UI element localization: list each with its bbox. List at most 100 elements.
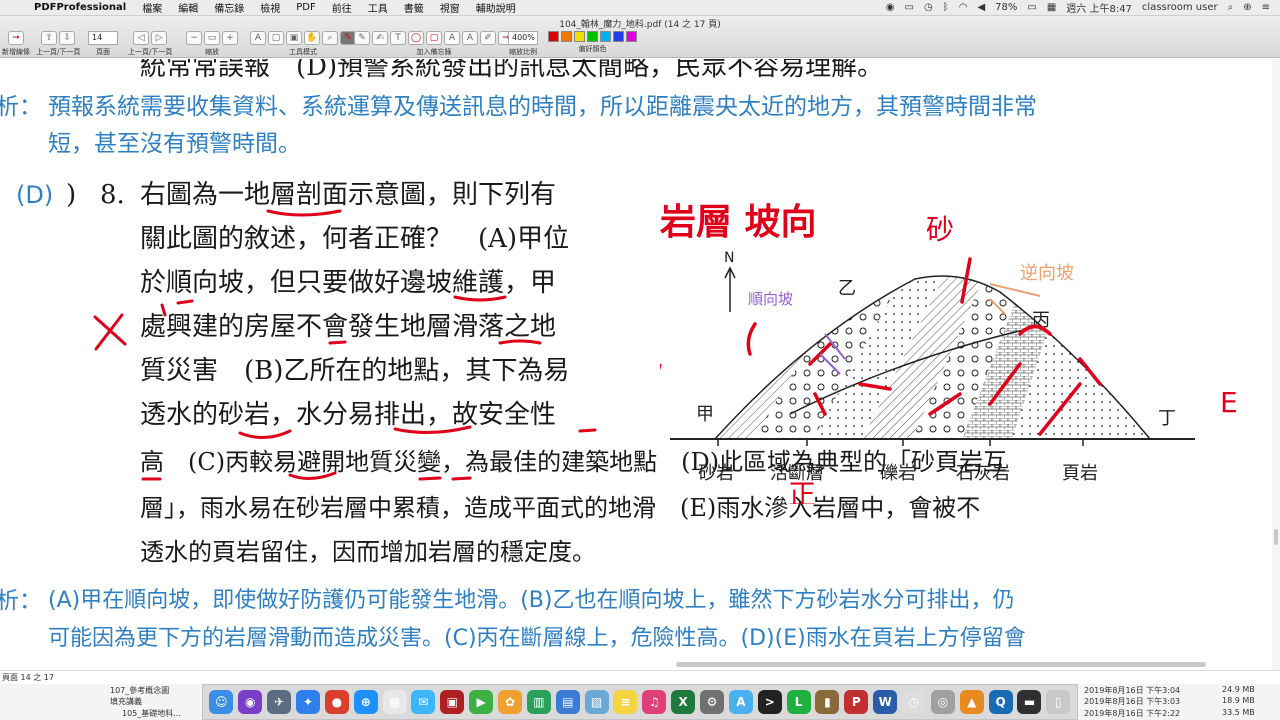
zoom-in-button[interactable]: + xyxy=(222,31,238,45)
menu-tools[interactable]: 工具 xyxy=(360,0,396,15)
prev-page-up-button[interactable]: ⇧ xyxy=(41,31,58,45)
disk-utility-icon[interactable]: ◎ xyxy=(930,690,955,714)
menu-file[interactable]: 檔案 xyxy=(134,0,170,15)
finder-icon[interactable]: ☺ xyxy=(209,690,234,714)
preview-icon[interactable]: ▧ xyxy=(584,690,609,714)
battery-percent[interactable]: 78% xyxy=(995,2,1017,13)
horizontal-scrollbar[interactable] xyxy=(0,658,1272,670)
new-line-label: 新增線條 xyxy=(2,48,30,56)
note-button[interactable]: ✍ xyxy=(372,31,388,45)
terminal-icon[interactable]: > xyxy=(757,690,782,714)
record-icon[interactable]: ◉ xyxy=(886,2,895,13)
pdf-page[interactable]: 統常常誤報 (D)預警系統發出的訊息太簡略，民眾不容易理解。 析： 預報系統需要… xyxy=(0,59,1272,670)
spotlight-icon[interactable]: ⌕ xyxy=(1228,2,1234,13)
chrome-icon[interactable]: ● xyxy=(324,690,349,714)
point-yi: 乙 xyxy=(838,278,856,299)
finder-size-4: 33.5 MB xyxy=(1222,708,1255,717)
menu-bookmarks[interactable]: 書籤 xyxy=(396,0,432,15)
facetime-icon[interactable]: ▶ xyxy=(469,690,494,714)
color-swatch-4[interactable] xyxy=(600,31,611,42)
finder-row-2[interactable]: 填充講義 xyxy=(110,696,142,707)
vertical-scroll-thumb[interactable] xyxy=(1274,529,1278,545)
color-swatch-1[interactable] xyxy=(561,31,572,42)
finder-row-3[interactable]: 105_基礎地科... xyxy=(122,708,181,719)
strike-button[interactable]: A xyxy=(444,31,460,45)
color-swatch-5[interactable] xyxy=(613,31,624,42)
pdf-professional-icon[interactable]: P xyxy=(844,690,869,714)
next-page-down-button[interactable]: ⇩ xyxy=(59,31,76,45)
highlight-button[interactable]: ✎ xyxy=(354,31,370,45)
screen-icon[interactable]: ▬ xyxy=(1017,690,1042,714)
menu-window[interactable]: 視窗 xyxy=(432,0,468,15)
freehand-button[interactable]: ✐ xyxy=(480,31,496,45)
underline-mark xyxy=(238,429,292,439)
snapshot-tool-button[interactable]: ▣ xyxy=(286,31,302,45)
prev-page-button[interactable]: ◁ xyxy=(133,31,150,45)
battery-icon[interactable]: ▭ xyxy=(1027,2,1036,13)
new-line-button[interactable]: ➞ xyxy=(8,31,24,45)
siri-icon[interactable]: ◉ xyxy=(238,690,263,714)
list-icon[interactable]: ≡ xyxy=(1262,2,1270,13)
safari-compass-icon[interactable]: ✦ xyxy=(296,690,320,714)
quicktime-icon[interactable]: Q xyxy=(988,690,1013,714)
app-grid-icon[interactable]: ▦ xyxy=(382,690,407,714)
line-icon[interactable]: L xyxy=(786,690,811,714)
rect-button[interactable]: ▢ xyxy=(426,31,442,45)
wifi-icon[interactable]: ◠ xyxy=(959,2,968,13)
zoom-out-button[interactable]: − xyxy=(186,31,202,45)
flag-icon[interactable]: ▦ xyxy=(1047,2,1056,13)
menu-memo[interactable]: 備忘錄 xyxy=(206,0,252,15)
volume-icon[interactable]: ◀ xyxy=(977,2,985,13)
menu-bar: PDFProfessional 檔案 編輯 備忘錄 檢視 PDF 前往 工具 書… xyxy=(0,0,1280,16)
menu-pdf[interactable]: PDF xyxy=(288,2,323,13)
point-jia: 甲 xyxy=(696,404,714,425)
hand-tool-button[interactable]: ✋ xyxy=(304,31,320,45)
select-tool-button[interactable]: ▢ xyxy=(268,31,284,45)
time-machine-icon[interactable]: ◷ xyxy=(924,2,933,13)
finder-row-1[interactable]: 107_參考概念圖 xyxy=(110,685,169,696)
menu-go[interactable]: 前往 xyxy=(324,0,360,15)
keynote-icon[interactable]: ▤ xyxy=(555,690,580,714)
menu-view[interactable]: 檢視 xyxy=(252,0,288,15)
zoom-fit-button[interactable]: ▭ xyxy=(204,31,220,45)
photos-icon[interactable]: ✿ xyxy=(498,690,523,714)
trash-icon[interactable]: ▯ xyxy=(1046,690,1071,714)
page-number-field[interactable]: 14 xyxy=(88,31,118,45)
text-tool-button[interactable]: A xyxy=(250,31,266,45)
safari-icon[interactable]: ⊕ xyxy=(353,690,378,714)
excel-icon[interactable]: X xyxy=(671,690,696,714)
system-preferences-icon[interactable]: ⚙ xyxy=(700,690,725,714)
color-swatch-0[interactable] xyxy=(548,31,559,42)
clock-text[interactable]: 週六 上午8:47 xyxy=(1066,0,1132,15)
clock-icon[interactable]: ◷ xyxy=(902,690,927,714)
zoom-ratio-field[interactable]: 400% xyxy=(508,31,538,45)
menu-app-name[interactable]: PDFProfessional xyxy=(26,2,134,13)
color-swatch-3[interactable] xyxy=(587,31,598,42)
underline-button[interactable]: A xyxy=(462,31,478,45)
launchpad-icon[interactable]: ✈ xyxy=(267,690,292,714)
photo-booth-icon[interactable]: ▣ xyxy=(440,690,465,714)
cast-icon[interactable]: ▭ xyxy=(905,2,914,13)
word-icon[interactable]: W xyxy=(873,690,898,714)
numbers-icon[interactable]: ▥ xyxy=(526,690,551,714)
vertical-scrollbar[interactable] xyxy=(1272,59,1280,670)
bluetooth-icon[interactable]: ᛒ xyxy=(943,2,949,13)
color-swatch-6[interactable] xyxy=(626,31,637,42)
menu-help[interactable]: 輔助說明 xyxy=(468,0,524,15)
dash-mark xyxy=(498,339,542,345)
magnify-tool-button[interactable]: ⌕ xyxy=(322,31,338,45)
menu-edit[interactable]: 編輯 xyxy=(170,0,206,15)
color-swatch-2[interactable] xyxy=(574,31,585,42)
app-store-icon[interactable]: A xyxy=(728,690,753,714)
notes-icon[interactable]: ≡ xyxy=(613,690,638,714)
messages-icon[interactable]: ✉ xyxy=(411,690,436,714)
user-name[interactable]: classroom user xyxy=(1142,2,1218,13)
folder-brown-icon[interactable]: ▮ xyxy=(815,690,840,714)
horizontal-scroll-thumb[interactable] xyxy=(676,662,1206,667)
globe-icon[interactable]: ⊕ xyxy=(1243,2,1251,13)
vlc-icon[interactable]: ▲ xyxy=(959,690,984,714)
circle-button[interactable]: ◯ xyxy=(408,31,424,45)
text-box-button[interactable]: T xyxy=(390,31,406,45)
itunes-icon[interactable]: ♫ xyxy=(642,690,667,714)
next-page-button[interactable]: ▷ xyxy=(151,31,168,45)
